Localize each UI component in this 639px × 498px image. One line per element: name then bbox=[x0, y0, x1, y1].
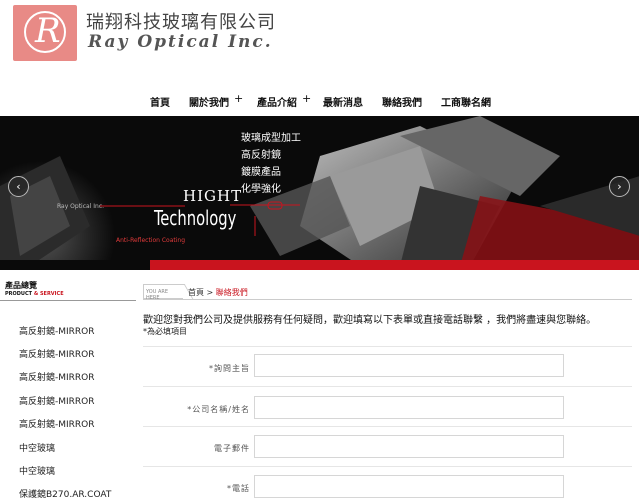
banner-feature-list: 玻璃成型加工 高反射鏡 鍍膜產品 化學強化 bbox=[241, 130, 301, 198]
sidebar-item[interactable]: 中空玻璃 bbox=[19, 441, 55, 454]
main-navigation: 首頁 關於我們 + 產品介紹 + 最新消息 聯絡我們 工商聯名網 bbox=[0, 90, 639, 112]
company-name-input[interactable] bbox=[254, 396, 564, 419]
sidebar-item[interactable]: 保護鏡B270.AR.COAT bbox=[19, 487, 111, 498]
logo-letter: R bbox=[35, 11, 61, 51]
company-name-label: *公司名稱/姓名 bbox=[187, 405, 250, 414]
email-label: 電子郵件 bbox=[214, 444, 250, 453]
phone-label: *電話 bbox=[227, 484, 250, 493]
banner-feature-item: 高反射鏡 bbox=[241, 150, 281, 161]
breadcrumb-home[interactable]: 首頁 bbox=[188, 288, 204, 297]
subject-input[interactable] bbox=[254, 354, 564, 377]
sidebar-item[interactable]: 中空玻璃 bbox=[19, 464, 55, 477]
contact-intro-text: 歡迎您對我們公司及提供服務有任何疑問，歡迎填寫以下表單或直接電話聯繫 ，我們將盡… bbox=[143, 315, 597, 326]
banner-prev-arrow-icon[interactable]: ‹ bbox=[8, 176, 29, 197]
company-name-chinese: 瑞翔科技玻璃有限公司 bbox=[86, 12, 276, 33]
banner-technology-text: Technology bbox=[154, 206, 237, 230]
company-logo[interactable]: R bbox=[13, 5, 77, 61]
nav-products-expand-icon[interactable]: + bbox=[302, 92, 311, 105]
banner-feature-item: 鍍膜產品 bbox=[241, 167, 281, 178]
sidebar-item[interactable]: 高反射鏡-MIRROR bbox=[19, 417, 95, 430]
banner-hight-text: HIGHT bbox=[183, 187, 243, 205]
banner-brand-text: Ray Optical Inc. bbox=[57, 203, 105, 210]
sidebar-item[interactable]: 高反射鏡-MIRROR bbox=[19, 394, 95, 407]
hero-banner: 玻璃成型加工 高反射鏡 鍍膜產品 化學強化 HIGHT Technology R… bbox=[0, 116, 639, 270]
banner-feature-item: 玻璃成型加工 bbox=[241, 133, 301, 144]
nav-news[interactable]: 最新消息 bbox=[323, 94, 363, 109]
nav-contact[interactable]: 聯絡我們 bbox=[382, 94, 422, 109]
banner-feature-item: 化學強化 bbox=[241, 184, 281, 195]
sidebar-item[interactable]: 高反射鏡-MIRROR bbox=[19, 324, 95, 337]
banner-dark-strip bbox=[0, 260, 150, 270]
company-name-english: Ray Optical Inc. bbox=[88, 32, 273, 52]
subject-label: *詢問主旨 bbox=[209, 364, 250, 373]
breadcrumb: 首頁 > 聯絡我們 bbox=[188, 287, 248, 298]
banner-ar-coating-label: Anti-Reflection Coating bbox=[116, 237, 186, 244]
banner-artwork bbox=[0, 116, 639, 270]
sidebar-title: 產品總覽 bbox=[5, 281, 37, 290]
sidebar-subtitle-amp: & bbox=[33, 291, 39, 297]
nav-about[interactable]: 關於我們 bbox=[189, 94, 229, 109]
banner-next-arrow-icon[interactable]: › bbox=[609, 176, 630, 197]
sidebar-divider bbox=[0, 300, 136, 301]
sidebar-item[interactable]: 高反射鏡-MIRROR bbox=[19, 370, 95, 383]
nav-products[interactable]: 產品介紹 bbox=[257, 94, 297, 109]
site-header: R 瑞翔科技玻璃有限公司 Ray Optical Inc. bbox=[0, 0, 639, 80]
required-note: *為必填項目 bbox=[143, 327, 187, 336]
nav-business-directory[interactable]: 工商聯名網 bbox=[441, 94, 491, 109]
sidebar-subtitle: PRODUCT & SERVICE bbox=[5, 291, 64, 297]
sidebar-item[interactable]: 高反射鏡-MIRROR bbox=[19, 347, 95, 360]
nav-about-expand-icon[interactable]: + bbox=[234, 92, 243, 105]
nav-home[interactable]: 首頁 bbox=[150, 94, 170, 109]
breadcrumb-separator: > bbox=[206, 288, 214, 297]
breadcrumb-divider bbox=[143, 299, 632, 300]
breadcrumb-current[interactable]: 聯絡我們 bbox=[216, 288, 248, 297]
phone-input[interactable] bbox=[254, 475, 564, 498]
sidebar-subtitle-service: SERVICE bbox=[39, 291, 64, 297]
sidebar-subtitle-product: PRODUCT bbox=[5, 291, 33, 297]
email-input[interactable] bbox=[254, 435, 564, 458]
